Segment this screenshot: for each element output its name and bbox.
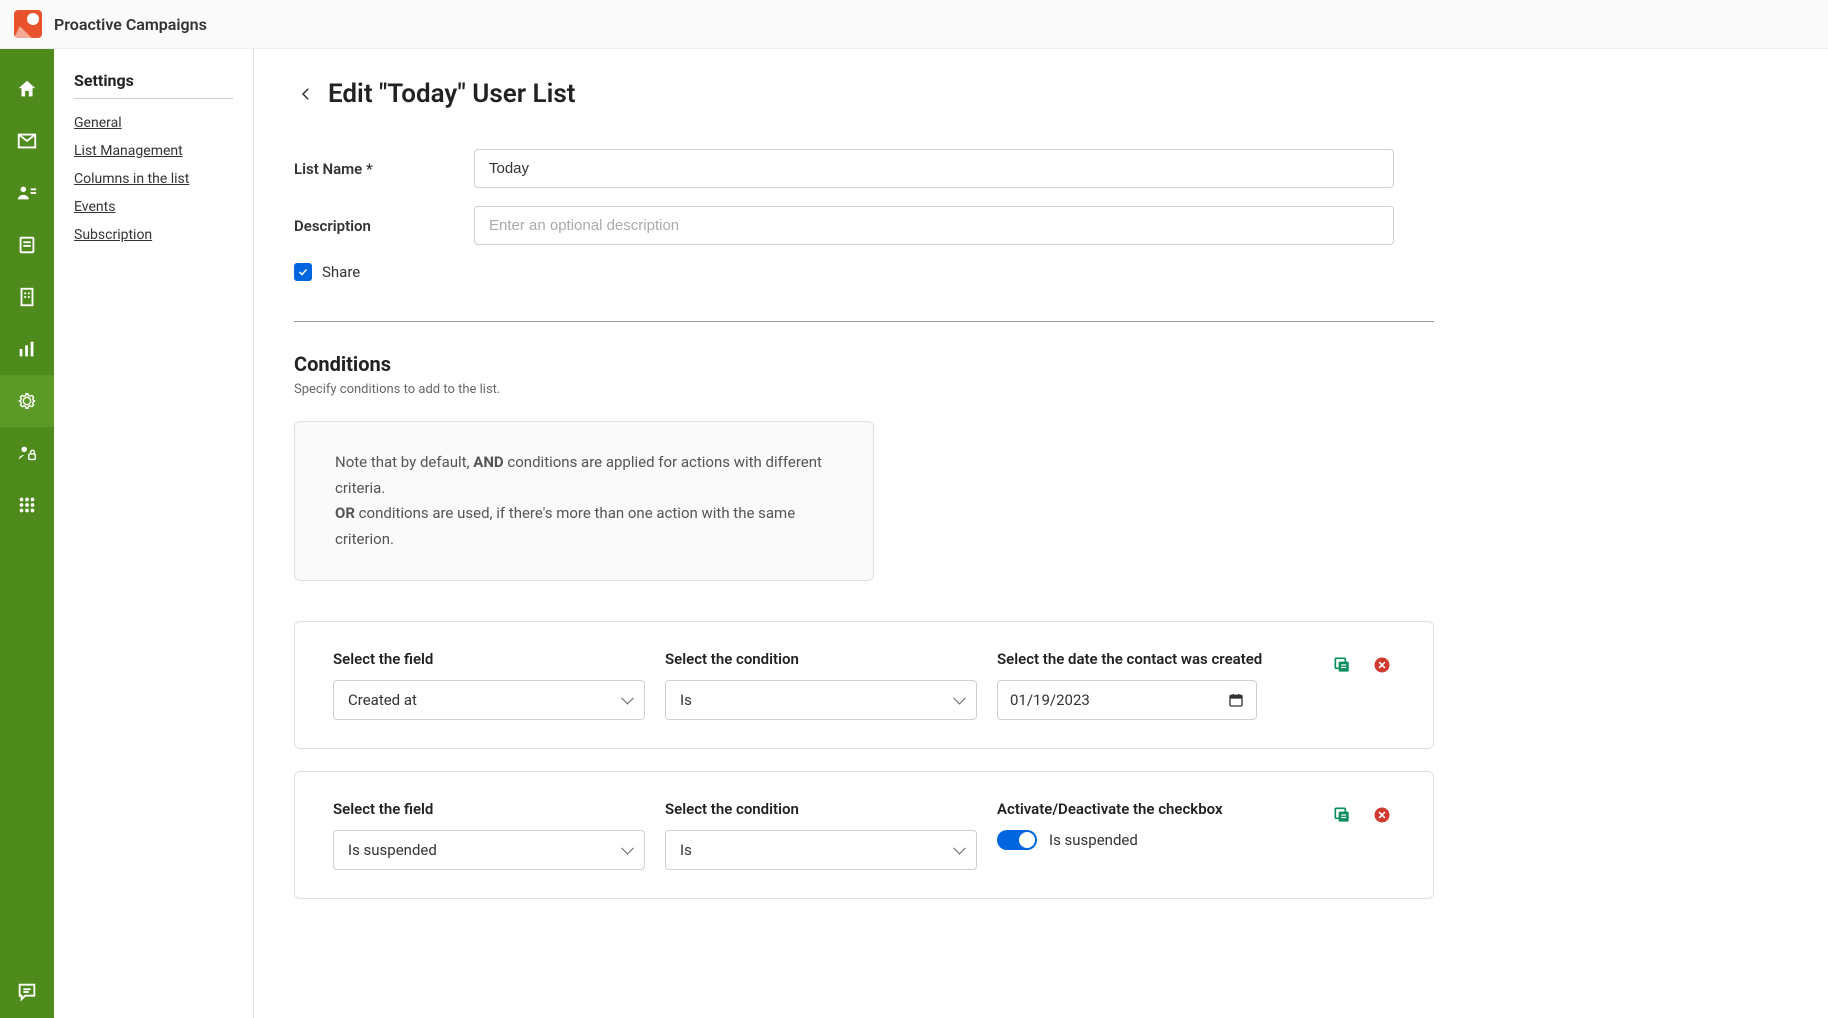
rail-analytics[interactable]: [0, 323, 54, 375]
note-or: OR: [335, 504, 355, 522]
settings-link-columns[interactable]: Columns in the list: [74, 171, 233, 187]
close-circle-icon: [1372, 655, 1392, 675]
main-content: Edit "Today" User List List Name * Descr…: [254, 49, 1828, 1018]
rail-apps[interactable]: [0, 479, 54, 531]
rail-chat[interactable]: [0, 966, 54, 1018]
conditions-title: Conditions: [294, 352, 1788, 376]
copy-icon: [1332, 655, 1352, 675]
gear-icon: [16, 390, 38, 412]
condition-select-value: Is: [680, 841, 692, 859]
rail-mail[interactable]: [0, 115, 54, 167]
field-select[interactable]: Created at: [333, 680, 645, 720]
share-label: Share: [322, 263, 360, 281]
delete-button[interactable]: [1369, 802, 1395, 828]
share-checkbox[interactable]: [294, 263, 312, 281]
condition-label: Select the condition: [665, 800, 977, 818]
bar-chart-icon: [16, 338, 38, 360]
description-label: Description: [294, 217, 474, 235]
app-title: Proactive Campaigns: [54, 15, 207, 34]
settings-link-general[interactable]: General: [74, 115, 233, 131]
field-select-value: Is suspended: [348, 841, 437, 859]
page-title: Edit "Today" User List: [328, 79, 575, 109]
rail-contacts[interactable]: [0, 167, 54, 219]
divider: [294, 321, 1434, 322]
condition-select[interactable]: Is: [665, 830, 977, 870]
copy-icon: [1332, 805, 1352, 825]
condition-select[interactable]: Is: [665, 680, 977, 720]
rail-admin[interactable]: [0, 427, 54, 479]
date-value: 01/19/2023: [1010, 691, 1090, 709]
chat-icon: [16, 981, 38, 1003]
close-circle-icon: [1372, 805, 1392, 825]
suspended-toggle[interactable]: [997, 830, 1037, 850]
building-icon: [16, 286, 38, 308]
mail-icon: [16, 130, 38, 152]
settings-nav: Settings General List Management Columns…: [54, 49, 254, 1018]
description-input[interactable]: [474, 206, 1394, 245]
field-select-value: Created at: [348, 691, 417, 709]
condition-select-value: Is: [680, 691, 692, 709]
list-name-input[interactable]: [474, 149, 1394, 188]
date-input[interactable]: 01/19/2023: [997, 680, 1257, 720]
chevron-left-icon: [297, 85, 315, 103]
condition-row: Select the field Is suspended Select the…: [294, 771, 1434, 899]
settings-link-list-management[interactable]: List Management: [74, 143, 233, 159]
conditions-note: Note that by default, AND conditions are…: [294, 421, 874, 581]
conditions-subtitle: Specify conditions to add to the list.: [294, 382, 1788, 397]
app-logo: [14, 10, 42, 38]
field-label: Select the field: [333, 650, 645, 668]
settings-heading: Settings: [74, 71, 233, 99]
duplicate-button[interactable]: [1329, 802, 1355, 828]
home-icon: [16, 78, 38, 100]
rail-org[interactable]: [0, 271, 54, 323]
note-text-3: conditions are used, if there's more tha…: [335, 504, 795, 548]
person-lock-icon: [16, 442, 38, 464]
calendar-icon: [1228, 692, 1244, 708]
back-button[interactable]: [294, 82, 318, 106]
condition-row: Select the field Created at Select the c…: [294, 621, 1434, 749]
checkbox-label: Activate/Deactivate the checkbox: [997, 800, 1309, 818]
sidebar-rail: [0, 49, 54, 1018]
field-select[interactable]: Is suspended: [333, 830, 645, 870]
rail-settings[interactable]: [0, 375, 54, 427]
note-and: AND: [473, 453, 503, 471]
condition-label: Select the condition: [665, 650, 977, 668]
toggle-label: Is suspended: [1049, 831, 1138, 849]
delete-button[interactable]: [1369, 652, 1395, 678]
person-list-icon: [16, 182, 38, 204]
settings-link-subscription[interactable]: Subscription: [74, 227, 233, 243]
app-header: Proactive Campaigns: [0, 0, 1828, 49]
list-name-label: List Name *: [294, 160, 474, 178]
rail-templates[interactable]: [0, 219, 54, 271]
check-icon: [297, 266, 309, 278]
duplicate-button[interactable]: [1329, 652, 1355, 678]
note-text-1: Note that by default,: [335, 453, 473, 471]
rail-home[interactable]: [0, 63, 54, 115]
settings-link-events[interactable]: Events: [74, 199, 233, 215]
date-label: Select the date the contact was created: [997, 650, 1309, 668]
document-icon: [16, 234, 38, 256]
grid-icon: [16, 494, 38, 516]
field-label: Select the field: [333, 800, 645, 818]
